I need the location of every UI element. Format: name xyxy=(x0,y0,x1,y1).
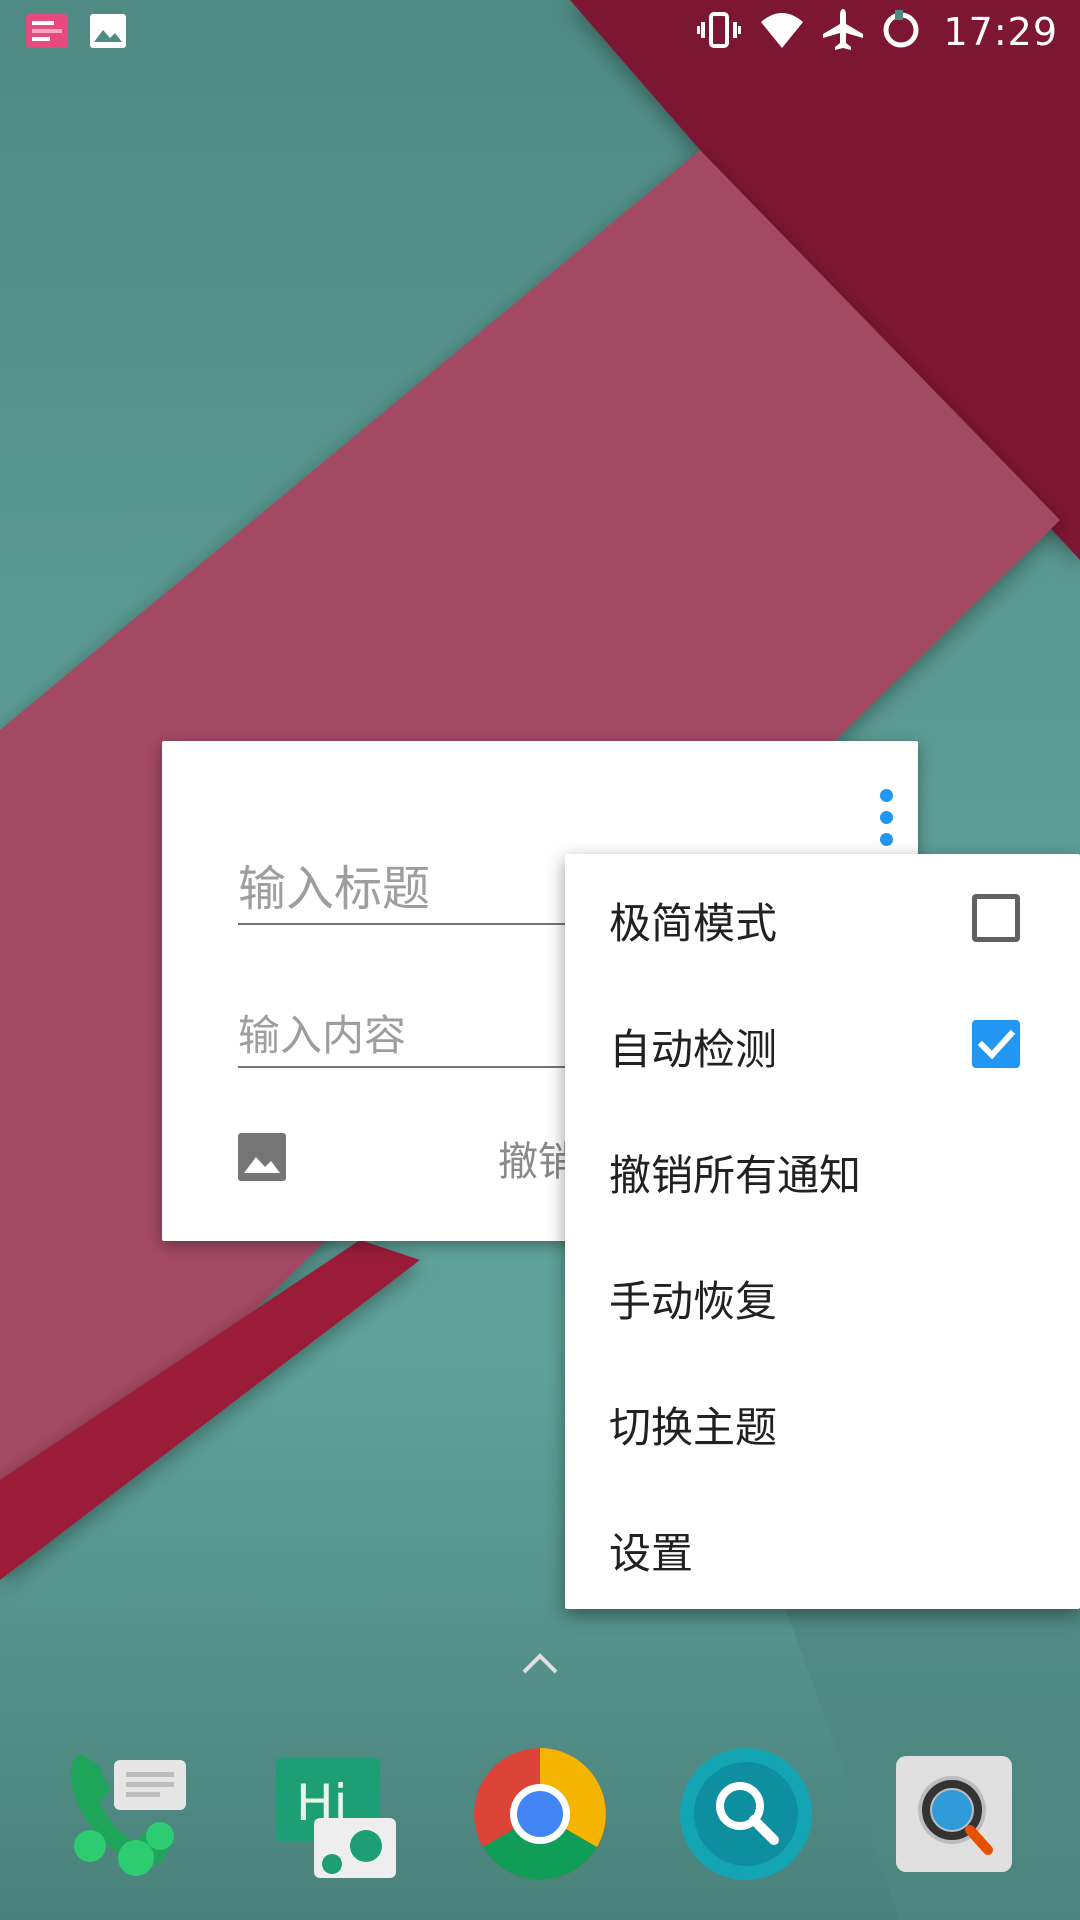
more-dot-icon xyxy=(880,789,893,802)
more-options-button[interactable] xyxy=(864,777,908,857)
vibrate-icon xyxy=(697,10,742,54)
more-dot-icon xyxy=(880,811,893,824)
status-time: 17:29 xyxy=(943,10,1058,54)
finder-icon[interactable] xyxy=(886,1746,1022,1882)
wifi-icon xyxy=(759,10,805,54)
menu-item-label: 极简模式 xyxy=(609,899,778,948)
menu-item-minimal-mode[interactable]: 极简模式 xyxy=(565,854,1080,980)
airplane-mode-icon xyxy=(823,9,864,55)
more-dot-icon xyxy=(880,833,893,846)
menu-item-label: 自动检测 xyxy=(609,1025,778,1074)
search-icon[interactable] xyxy=(678,1746,814,1882)
phone-messages-icon[interactable] xyxy=(62,1746,198,1882)
status-bar: 17:29 xyxy=(0,0,1080,63)
notes-notification-icon xyxy=(26,14,68,52)
image-icon xyxy=(238,1133,286,1181)
menu-item-label: 撤销所有通知 xyxy=(609,1151,862,1200)
menu-item-label: 手动恢复 xyxy=(609,1277,778,1326)
chrome-icon[interactable] xyxy=(472,1746,608,1882)
app-drawer-chevron-icon[interactable] xyxy=(520,1648,560,1678)
checkbox-unchecked-icon[interactable] xyxy=(972,894,1020,942)
menu-item-auto-detect[interactable]: 自动检测 xyxy=(565,980,1080,1106)
hangouts-icon[interactable]: Hi xyxy=(270,1746,406,1882)
menu-item-label: 设置 xyxy=(609,1529,694,1578)
menu-item-label: 切换主题 xyxy=(609,1403,778,1452)
menu-item-revoke-all-notifications[interactable]: 撤销所有通知 xyxy=(565,1106,1080,1232)
image-notification-icon xyxy=(90,14,126,52)
menu-item-settings[interactable]: 设置 xyxy=(565,1484,1080,1610)
overflow-menu: 极简模式 自动检测 撤销所有通知 手动恢复 切换主题 设置 xyxy=(565,854,1080,1609)
insert-image-button[interactable] xyxy=(238,1133,286,1181)
menu-item-manual-restore[interactable]: 手动恢复 xyxy=(565,1232,1080,1358)
sync-icon xyxy=(881,10,921,54)
menu-item-switch-theme[interactable]: 切换主题 xyxy=(565,1358,1080,1484)
checkbox-checked-icon[interactable] xyxy=(972,1020,1020,1068)
